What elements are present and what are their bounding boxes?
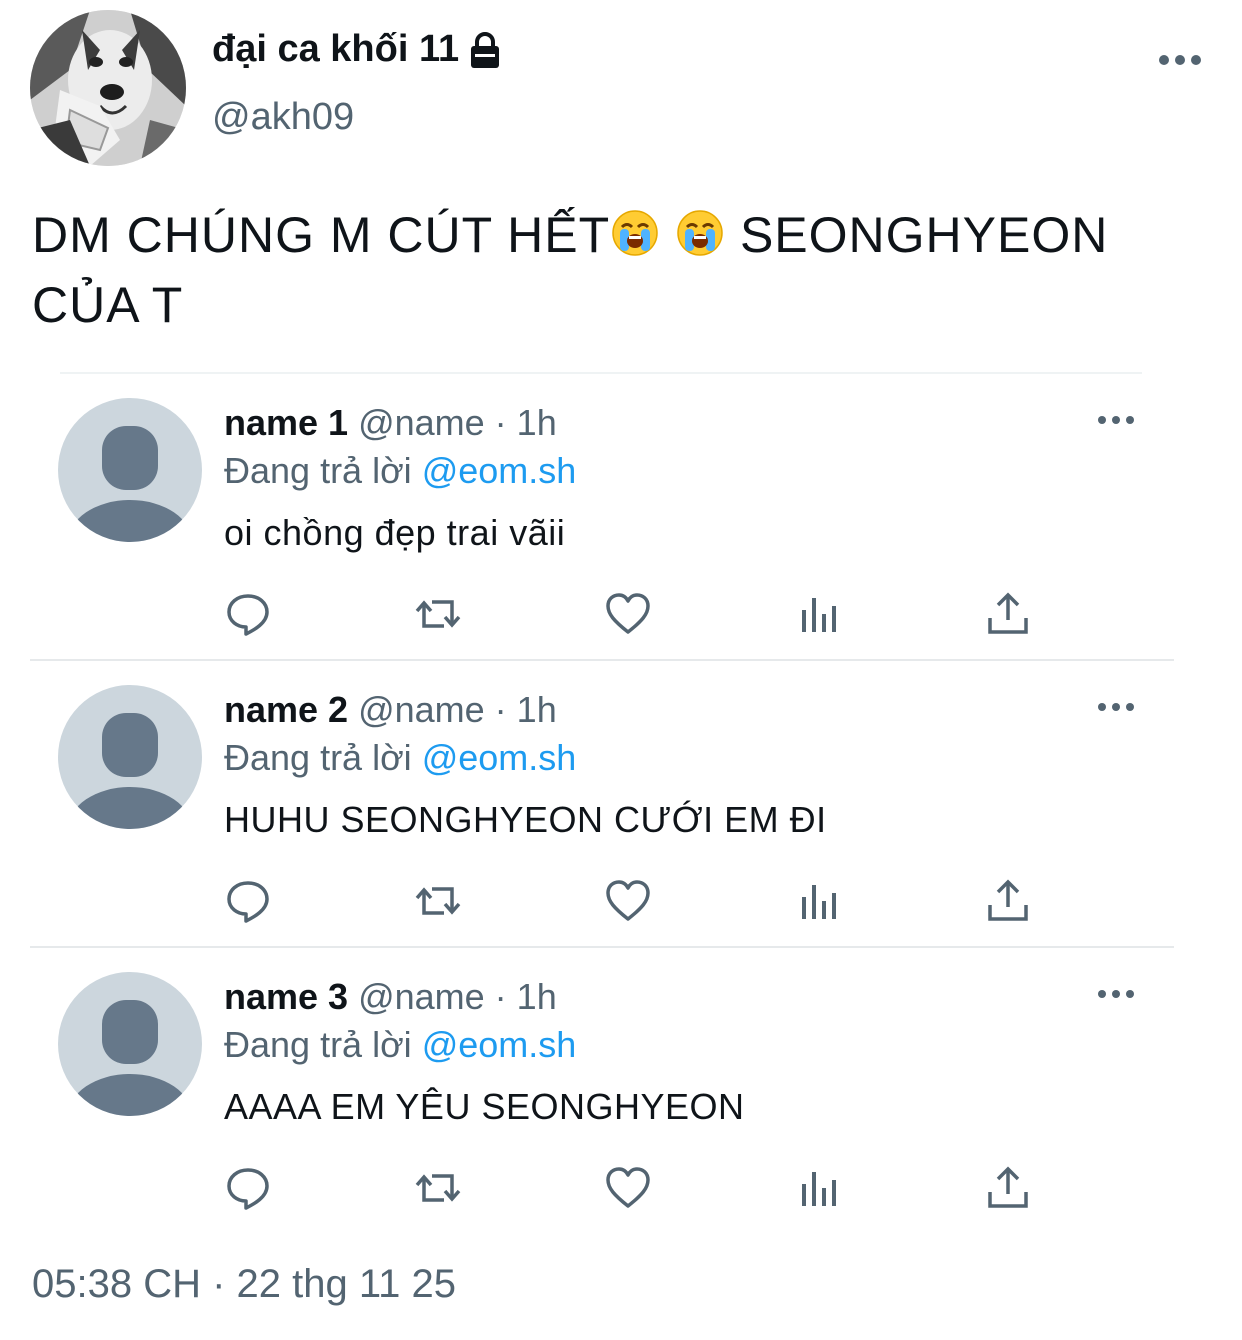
replying-to: Đang trả lời @eom.sh (224, 737, 576, 779)
mention-link[interactable]: @eom.sh (422, 450, 577, 491)
mention-link[interactable]: @eom.sh (422, 1024, 577, 1065)
reply-meta: @name · 1h (348, 976, 557, 1017)
lock-icon (471, 31, 500, 68)
loudly-crying-face-icon (612, 210, 658, 256)
reply-header: name 2 @name · 1h (224, 689, 557, 731)
replying-to: Đang trả lời @eom.sh (224, 1024, 576, 1066)
author-display-name-text: đại ca khối 11 (212, 28, 460, 70)
replying-to: Đang trả lời @eom.sh (224, 450, 576, 492)
reply-text: oi chồng đẹp trai vãii (224, 512, 566, 553)
mention-link[interactable]: @eom.sh (422, 737, 577, 778)
retweet-icon[interactable] (414, 877, 462, 925)
views-analytics-icon[interactable] (794, 1164, 842, 1212)
reply-header: name 3 @name · 1h (224, 976, 557, 1018)
reply-text: HUHU SEONGHYEON CƯỚI EM ĐI (224, 799, 827, 840)
share-icon[interactable] (984, 877, 1032, 925)
reply-author-name[interactable]: name 2 (224, 689, 348, 730)
views-analytics-icon[interactable] (794, 590, 842, 638)
default-avatar[interactable] (58, 972, 202, 1116)
more-options-icon[interactable] (1096, 984, 1136, 1004)
reply-author-name[interactable]: name 3 (224, 976, 348, 1017)
views-analytics-icon[interactable] (794, 877, 842, 925)
reply-author-name[interactable]: name 1 (224, 402, 348, 443)
default-profile-icon (68, 713, 192, 829)
action-bar (0, 1164, 1242, 1214)
reply-item[interactable]: name 3 @name · 1h Đang trả lời @eom.sh A… (0, 948, 1242, 1235)
reply-text: AAAA EM YÊU SEONGHYEON (224, 1086, 745, 1127)
author-handle[interactable]: @akh09 (212, 96, 354, 139)
more-options-icon[interactable] (1096, 697, 1136, 717)
author-avatar[interactable] (30, 10, 186, 166)
reply-meta: @name · 1h (348, 402, 557, 443)
retweet-icon[interactable] (414, 590, 462, 638)
reply-item[interactable]: name 2 @name · 1h Đang trả lời @eom.sh H… (0, 661, 1242, 948)
reply-item[interactable]: name 1 @name · 1h Đang trả lời @eom.sh o… (0, 374, 1242, 661)
replying-to-label: Đang trả lời (224, 737, 422, 778)
default-avatar[interactable] (58, 685, 202, 829)
action-bar (0, 590, 1242, 640)
reply-icon[interactable] (224, 877, 272, 925)
more-options-icon[interactable] (1158, 46, 1202, 74)
default-profile-icon (68, 1000, 192, 1116)
husky-dog-avatar-icon (30, 10, 186, 166)
loudly-crying-face-icon (677, 210, 723, 256)
tweet-text: DM CHÚNG M CÚT HẾT SEONGHYEON CỦA T (32, 200, 1212, 340)
reply-icon[interactable] (224, 1164, 272, 1212)
share-icon[interactable] (984, 1164, 1032, 1212)
like-heart-icon[interactable] (604, 590, 652, 638)
author-display-name[interactable]: đại ca khối 11 (212, 28, 505, 71)
default-avatar[interactable] (58, 398, 202, 542)
retweet-icon[interactable] (414, 1164, 462, 1212)
tweet-detail-page: đại ca khối 11 @akh09 DM CHÚNG M CÚT HẾT (0, 0, 1242, 1340)
reply-header: name 1 @name · 1h (224, 402, 557, 444)
replying-to-label: Đang trả lời (224, 450, 422, 491)
action-bar (0, 877, 1242, 927)
like-heart-icon[interactable] (604, 1164, 652, 1212)
tweet-timestamp: 05:38 CH · 22 thg 11 25 (32, 1262, 456, 1306)
more-options-icon[interactable] (1096, 410, 1136, 430)
replying-to-label: Đang trả lời (224, 1024, 422, 1065)
reply-meta: @name · 1h (348, 689, 557, 730)
reply-icon[interactable] (224, 590, 272, 638)
tweet-text-part1: DM CHÚNG M CÚT HẾT (32, 207, 611, 263)
default-profile-icon (68, 426, 192, 542)
like-heart-icon[interactable] (604, 877, 652, 925)
share-icon[interactable] (984, 590, 1032, 638)
